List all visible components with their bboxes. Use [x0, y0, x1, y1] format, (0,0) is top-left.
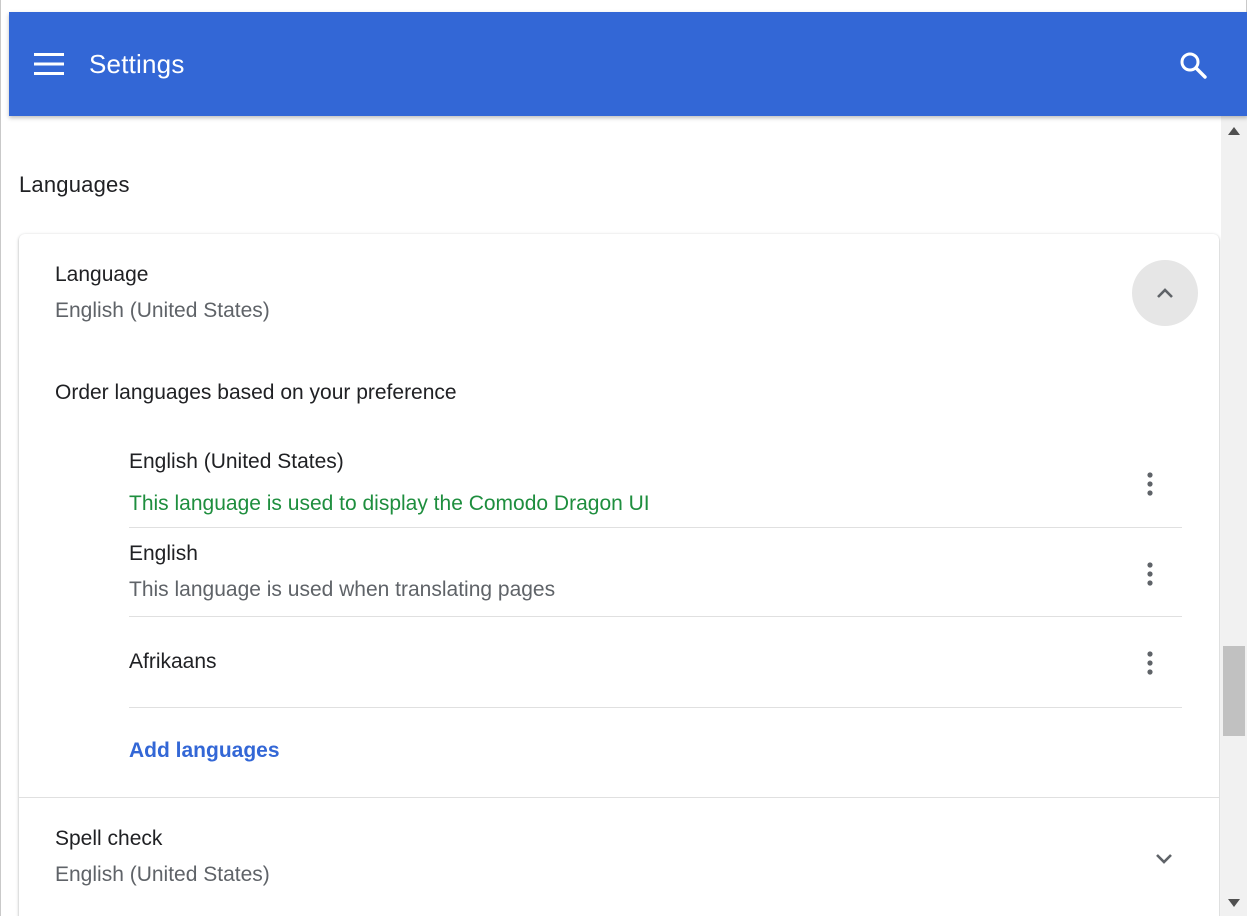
languages-card: Language English (United States) Order l… [19, 234, 1219, 916]
scroll-up-button[interactable] [1221, 120, 1247, 142]
chevron-up-icon [1157, 288, 1173, 298]
add-languages-button[interactable]: Add languages [129, 739, 280, 763]
language-list-item: English (United States) This language is… [129, 447, 1182, 519]
language-more-actions-button[interactable] [1134, 647, 1166, 679]
hamburger-menu-icon [34, 53, 64, 75]
spell-check-row[interactable]: Spell check English (United States) [55, 824, 270, 890]
search-button[interactable] [1178, 50, 1208, 80]
language-row-header: Language English (United States) [55, 260, 270, 326]
menu-button[interactable] [33, 48, 65, 80]
vertical-scrollbar[interactable] [1221, 116, 1247, 916]
settings-window: Settings Languages Language English (Uni… [0, 0, 1247, 916]
order-languages-label: Order languages based on your preference [55, 381, 457, 404]
page-title: Settings [89, 48, 185, 79]
language-translate-note: This language is used when translating p… [129, 578, 556, 601]
language-list-divider [129, 527, 1182, 528]
settings-toolbar: Settings [9, 12, 1247, 116]
language-more-actions-button[interactable] [1134, 468, 1166, 500]
scrollbar-thumb[interactable] [1223, 646, 1245, 736]
language-more-actions-button[interactable] [1134, 558, 1166, 590]
language-title: Language [55, 263, 149, 286]
chevron-down-icon [1156, 854, 1172, 864]
language-collapse-button[interactable] [1132, 260, 1198, 326]
more-vertical-icon [1147, 651, 1153, 675]
language-list-item: Afrikaans [129, 647, 1182, 677]
language-list-item: English This language is used when trans… [129, 539, 1182, 605]
language-ui-note: This language is used to display the Com… [129, 492, 650, 515]
scroll-down-arrow-icon [1228, 899, 1240, 907]
spell-check-expand-button[interactable] [1148, 843, 1180, 875]
language-list-divider [129, 707, 1182, 708]
languages-section-heading: Languages [19, 172, 130, 197]
language-name: English (United States) [129, 450, 344, 473]
search-icon [1180, 52, 1207, 79]
language-list-divider [129, 616, 1182, 617]
scroll-up-arrow-icon [1228, 127, 1240, 135]
language-current-value: English (United States) [55, 299, 270, 322]
more-vertical-icon [1147, 472, 1153, 496]
card-section-divider [19, 797, 1219, 798]
spell-check-title: Spell check [55, 827, 163, 850]
scroll-down-button[interactable] [1221, 892, 1247, 914]
language-name: English [129, 542, 198, 565]
more-vertical-icon [1147, 562, 1153, 586]
language-name: Afrikaans [129, 650, 217, 673]
spell-check-current-value: English (United States) [55, 863, 270, 886]
settings-content: Languages Language English (United State… [9, 116, 1221, 916]
